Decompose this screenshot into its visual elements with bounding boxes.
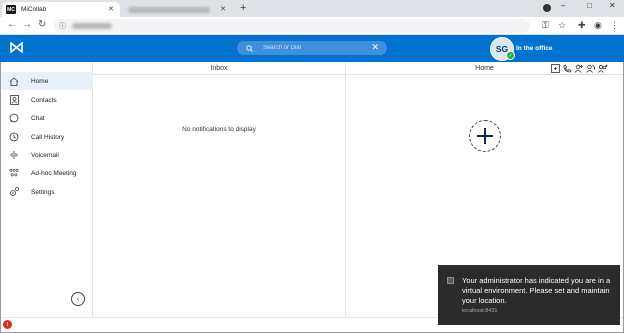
tab-bar: MC MiCollab ✕ ✕ + – □ ✕ xyxy=(0,0,624,17)
tab-title: MiCollab xyxy=(21,6,47,13)
add-group-icon[interactable] xyxy=(597,63,609,74)
presence-status-icon: ✓ xyxy=(506,51,515,60)
browser-menu-icon[interactable]: ⋮ xyxy=(610,20,619,31)
tab-micollab[interactable]: MC MiCollab ✕ xyxy=(2,2,120,17)
sidebar-item-label: Voicemail xyxy=(31,151,59,159)
address-bar-row: ← → ↻ ⓘ ⚿ ☆ ✚ ◉ ⋮ xyxy=(0,17,624,35)
account-icon[interactable]: ◉ xyxy=(594,20,602,31)
notification-message: Your administrator has indicated you are… xyxy=(462,276,611,305)
extensions-icon[interactable]: ✚ xyxy=(578,20,586,31)
meeting-note-icon[interactable] xyxy=(549,63,561,74)
home-icon xyxy=(9,76,19,86)
new-tab-button[interactable]: + xyxy=(240,2,246,14)
sidebar-item-contacts[interactable]: Contacts xyxy=(1,91,93,109)
site-info-icon[interactable]: ⓘ xyxy=(59,21,66,31)
search-input[interactable] xyxy=(263,45,373,51)
profile-menu-icon[interactable] xyxy=(543,4,551,12)
sidebar-item-settings[interactable]: Settings xyxy=(1,183,93,201)
tab-blurred[interactable]: ✕ xyxy=(124,2,232,17)
gear-icon xyxy=(9,187,19,197)
close-window-button[interactable]: ✕ xyxy=(609,1,616,10)
clear-search-icon[interactable]: ✕ xyxy=(371,42,379,53)
micollab-logo-icon xyxy=(10,41,23,56)
add-contact-icon[interactable] xyxy=(573,63,585,74)
sidebar-item-home[interactable]: Home xyxy=(1,72,93,90)
notification-app-icon xyxy=(447,277,454,284)
add-widget-button[interactable] xyxy=(469,120,501,152)
close-tab-icon[interactable]: ✕ xyxy=(108,5,114,13)
clock-icon xyxy=(9,132,19,142)
call-icon[interactable] xyxy=(561,63,573,74)
close-tab-icon[interactable]: ✕ xyxy=(220,5,226,13)
user-status-label[interactable]: In the office xyxy=(516,45,552,52)
error-badge[interactable]: ! xyxy=(3,320,12,329)
chat-icon xyxy=(9,113,19,123)
reload-icon[interactable]: ↻ xyxy=(38,19,46,30)
plus-icon xyxy=(477,128,493,144)
sidebar-item-adhoc-meeting[interactable]: Ad-hoc Meeting xyxy=(1,164,93,182)
notification-toast[interactable]: Your administrator has indicated you are… xyxy=(438,265,620,325)
search-bar[interactable]: ✕ xyxy=(237,41,387,55)
home-toolbar xyxy=(549,63,609,74)
maximize-button[interactable]: □ xyxy=(587,1,592,10)
minimize-button[interactable]: – xyxy=(561,1,565,10)
call-contact-icon[interactable] xyxy=(585,63,597,74)
sidebar-item-label: Contacts xyxy=(31,96,57,104)
app-header: ✕ SG ✓ In the office xyxy=(0,35,624,62)
blurred-url xyxy=(72,23,112,29)
sidebar-item-label: Settings xyxy=(31,188,55,196)
key-icon[interactable]: ⚿ xyxy=(542,20,549,31)
panel-divider xyxy=(345,62,346,317)
sidebar-item-label: Call History xyxy=(31,133,65,141)
meeting-icon xyxy=(9,168,19,178)
sidebar: Home Contacts Chat Call History Voicemai… xyxy=(1,62,93,317)
blurred-tab-title xyxy=(128,6,210,13)
contacts-icon xyxy=(9,95,19,105)
url-field[interactable]: ⓘ xyxy=(54,19,530,33)
sidebar-item-label: Ad-hoc Meeting xyxy=(31,169,77,177)
bookmark-star-icon[interactable]: ☆ xyxy=(558,20,566,31)
sidebar-item-chat[interactable]: Chat xyxy=(1,109,93,127)
voicemail-icon xyxy=(9,150,19,160)
search-icon xyxy=(246,44,253,52)
sidebar-item-label: Chat xyxy=(31,114,45,122)
collapse-sidebar-button[interactable]: ‹ xyxy=(71,292,85,306)
micollab-favicon: MC xyxy=(6,5,16,14)
sidebar-item-voicemail[interactable]: Voicemail xyxy=(1,146,93,164)
forward-icon[interactable]: → xyxy=(22,19,32,30)
notification-source: localhost:8431 xyxy=(462,308,498,314)
inbox-empty-message: No notifications to display xyxy=(182,126,256,133)
inbox-header: Inbox xyxy=(93,62,345,75)
back-icon[interactable]: ← xyxy=(7,19,17,30)
sidebar-item-call-history[interactable]: Call History xyxy=(1,128,93,146)
sidebar-item-label: Home xyxy=(31,77,49,85)
